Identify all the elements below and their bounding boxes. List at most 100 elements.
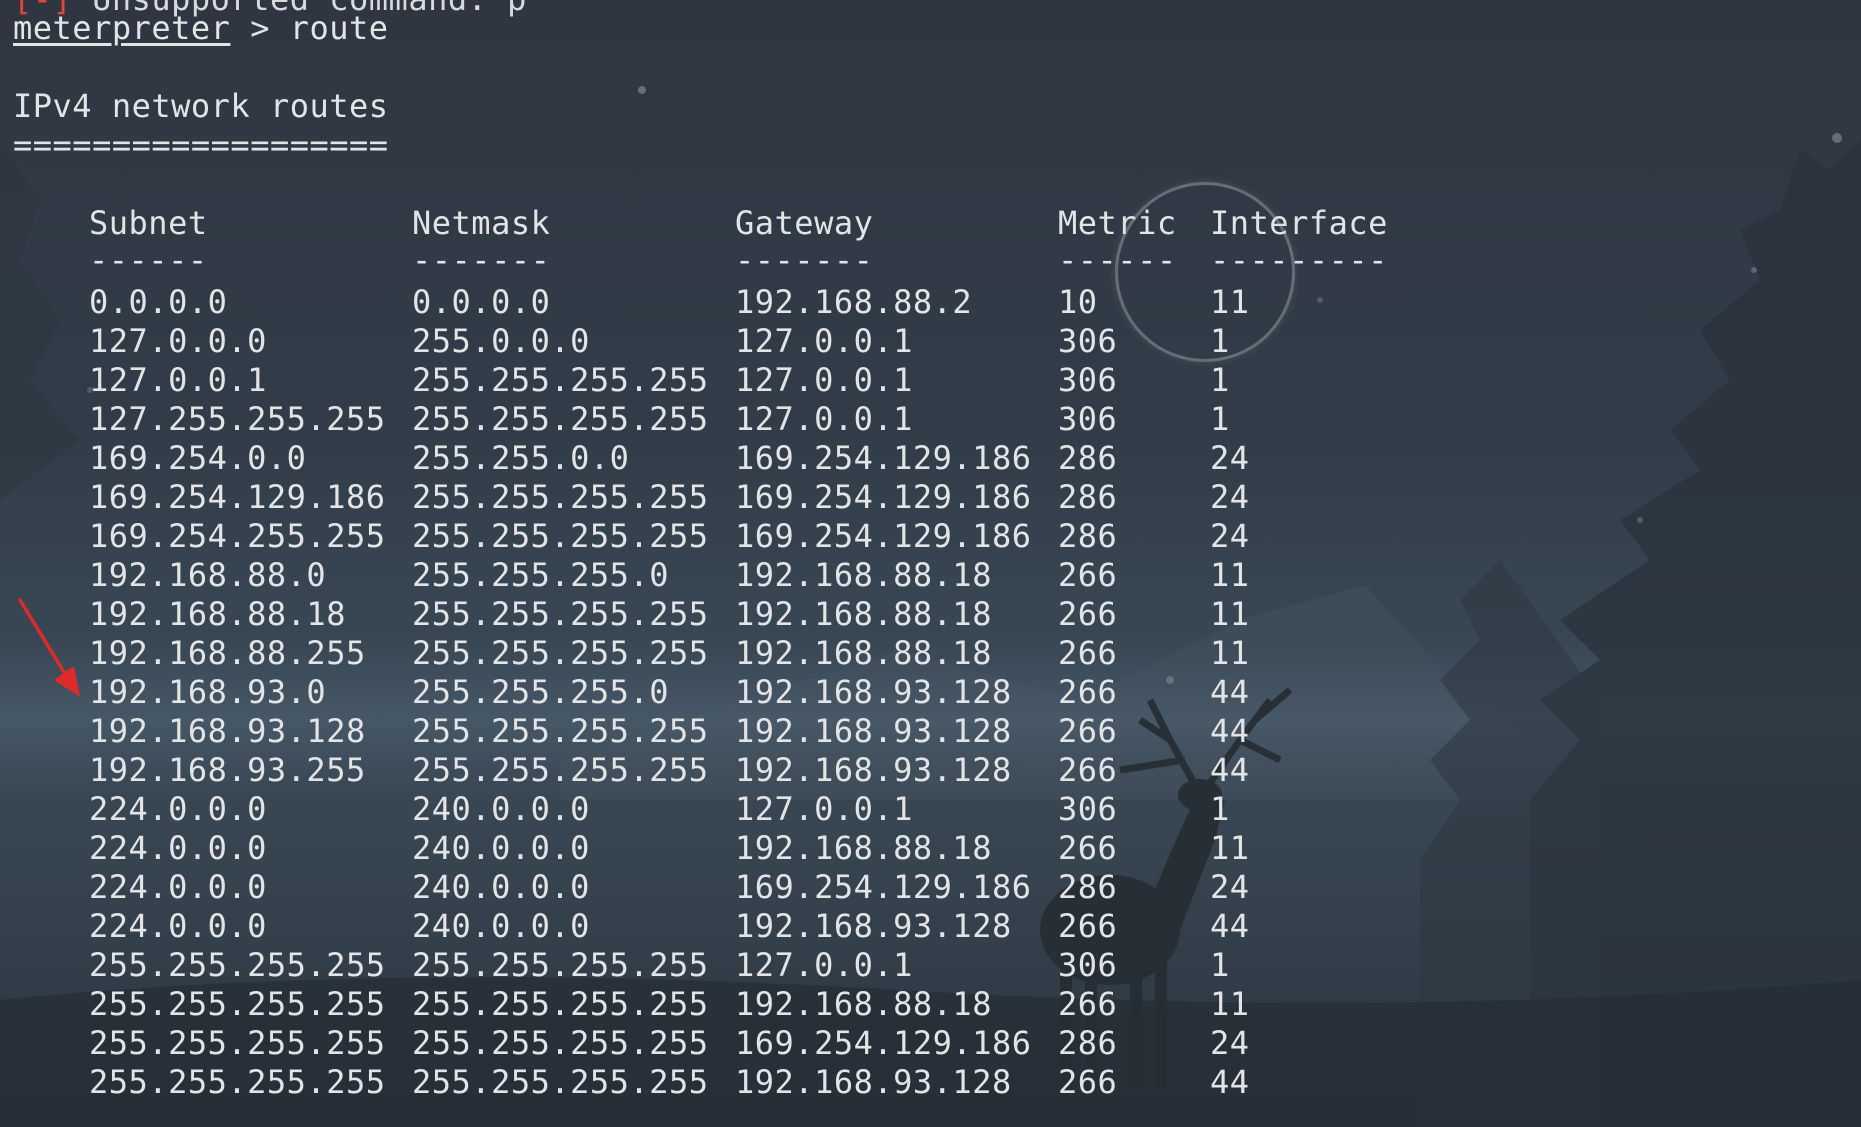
cell-metric: 306 <box>1058 946 1118 984</box>
cell-metric: 286 <box>1058 478 1118 516</box>
cell-subnet: 255.255.255.255 <box>89 1063 386 1101</box>
cell-subnet: 192.168.93.128 <box>89 712 366 750</box>
cell-metric: 10 <box>1058 283 1098 321</box>
cell-netmask: 255.255.255.255 <box>412 634 709 672</box>
cell-gateway: 192.168.93.128 <box>735 751 1012 789</box>
cell-gateway: 192.168.88.18 <box>735 829 992 867</box>
cell-interface: 1 <box>1210 361 1230 399</box>
cell-metric: 266 <box>1058 907 1118 945</box>
cell-gateway: 127.0.0.1 <box>735 361 913 399</box>
cell-metric: 306 <box>1058 361 1118 399</box>
cell-netmask: 240.0.0.0 <box>412 790 590 828</box>
cell-subnet: 169.254.255.255 <box>89 517 386 555</box>
cell-gateway: 169.254.129.186 <box>735 1024 1032 1062</box>
command-text: route <box>289 9 389 47</box>
cell-metric: 266 <box>1058 751 1118 789</box>
cell-interface: 1 <box>1210 790 1230 828</box>
cell-subnet: 255.255.255.255 <box>89 946 386 984</box>
cell-interface: 11 <box>1210 556 1250 594</box>
cell-interface: 44 <box>1210 673 1250 711</box>
cell-gateway: 127.0.0.1 <box>735 400 913 438</box>
cell-netmask: 240.0.0.0 <box>412 907 590 945</box>
cell-subnet: 224.0.0.0 <box>89 868 267 906</box>
cell-subnet: 169.254.0.0 <box>89 439 307 477</box>
cell-metric: 306 <box>1058 400 1118 438</box>
cell-interface: 1 <box>1210 946 1230 984</box>
column-separator: ------- <box>412 241 551 279</box>
cell-netmask: 0.0.0.0 <box>412 283 551 321</box>
cell-gateway: 192.168.93.128 <box>735 907 1012 945</box>
column-separator: ------- <box>735 241 874 279</box>
cell-interface: 11 <box>1210 595 1250 633</box>
cell-gateway: 127.0.0.1 <box>735 322 913 360</box>
cell-gateway: 192.168.88.2 <box>735 283 973 321</box>
cell-gateway: 169.254.129.186 <box>735 439 1032 477</box>
cell-netmask: 255.255.0.0 <box>412 439 630 477</box>
cell-metric: 266 <box>1058 673 1118 711</box>
cell-gateway: 169.254.129.186 <box>735 517 1032 555</box>
cell-subnet: 224.0.0.0 <box>89 907 267 945</box>
cell-subnet: 127.0.0.0 <box>89 322 267 360</box>
cell-metric: 266 <box>1058 634 1118 672</box>
cell-subnet: 127.255.255.255 <box>89 400 386 438</box>
terminal-output[interactable]: [-] Unsupported command: p meterpreter >… <box>13 0 1853 1127</box>
cell-gateway: 127.0.0.1 <box>735 946 913 984</box>
cell-gateway: 127.0.0.1 <box>735 790 913 828</box>
command-prompt-line: meterpreter > route <box>13 9 389 48</box>
cell-subnet: 255.255.255.255 <box>89 1024 386 1062</box>
cell-metric: 266 <box>1058 829 1118 867</box>
red-arrow-annotation <box>18 598 80 697</box>
cell-metric: 266 <box>1058 595 1118 633</box>
cell-subnet: 192.168.88.18 <box>89 595 346 633</box>
cell-metric: 266 <box>1058 1063 1118 1101</box>
cell-netmask: 255.0.0.0 <box>412 322 590 360</box>
cell-interface: 11 <box>1210 985 1250 1023</box>
cell-gateway: 192.168.88.18 <box>735 634 992 672</box>
column-separator: ------ <box>89 241 208 279</box>
cell-netmask: 255.255.255.255 <box>412 400 709 438</box>
column-header-subnet: Subnet <box>89 204 208 242</box>
cell-gateway: 169.254.129.186 <box>735 868 1032 906</box>
cell-netmask: 255.255.255.255 <box>412 1024 709 1062</box>
cell-subnet: 0.0.0.0 <box>89 283 228 321</box>
cell-netmask: 255.255.255.255 <box>412 361 709 399</box>
prompt-separator: > <box>230 9 290 47</box>
column-header-netmask: Netmask <box>412 204 551 242</box>
cell-gateway: 169.254.129.186 <box>735 478 1032 516</box>
cell-interface: 24 <box>1210 1024 1250 1062</box>
section-title: IPv4 network routes <box>13 87 389 125</box>
cell-interface: 44 <box>1210 751 1250 789</box>
cell-interface: 24 <box>1210 478 1250 516</box>
cell-gateway: 192.168.93.128 <box>735 673 1012 711</box>
cell-subnet: 192.168.93.0 <box>89 673 327 711</box>
cell-gateway: 192.168.93.128 <box>735 1063 1012 1101</box>
cell-interface: 24 <box>1210 868 1250 906</box>
cell-metric: 306 <box>1058 322 1118 360</box>
cell-metric: 266 <box>1058 712 1118 750</box>
section-rule: =================== <box>13 126 389 164</box>
cell-metric: 286 <box>1058 439 1118 477</box>
cell-netmask: 255.255.255.255 <box>412 985 709 1023</box>
terminal-window[interactable]: [-] Unsupported command: p meterpreter >… <box>0 0 1861 1127</box>
cell-interface: 44 <box>1210 907 1250 945</box>
cell-netmask: 255.255.255.255 <box>412 946 709 984</box>
cell-interface: 11 <box>1210 829 1250 867</box>
cell-gateway: 192.168.93.128 <box>735 712 1012 750</box>
cell-metric: 286 <box>1058 868 1118 906</box>
cell-netmask: 255.255.255.255 <box>412 517 709 555</box>
cell-interface: 11 <box>1210 634 1250 672</box>
cell-netmask: 255.255.255.0 <box>412 673 669 711</box>
cell-subnet: 224.0.0.0 <box>89 829 267 867</box>
cell-netmask: 240.0.0.0 <box>412 829 590 867</box>
cell-subnet: 169.254.129.186 <box>89 478 386 516</box>
cell-metric: 306 <box>1058 790 1118 828</box>
cell-metric: 286 <box>1058 1024 1118 1062</box>
cell-metric: 286 <box>1058 517 1118 555</box>
cell-interface: 24 <box>1210 517 1250 555</box>
cell-interface: 44 <box>1210 712 1250 750</box>
column-header-gateway: Gateway <box>735 204 874 242</box>
cell-netmask: 255.255.255.255 <box>412 478 709 516</box>
cell-netmask: 255.255.255.255 <box>412 595 709 633</box>
cell-subnet: 192.168.88.255 <box>89 634 366 672</box>
cell-netmask: 255.255.255.255 <box>412 712 709 750</box>
